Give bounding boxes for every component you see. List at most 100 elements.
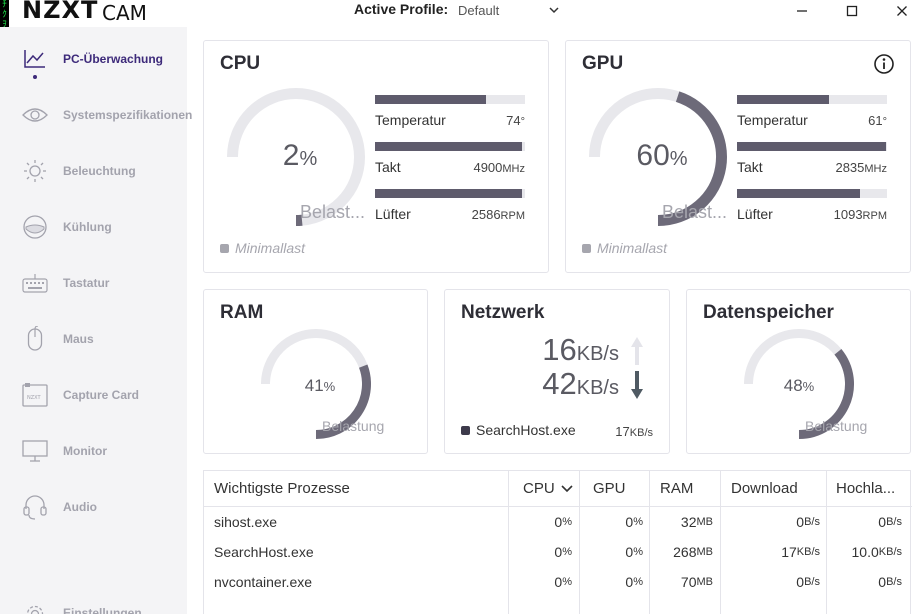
gpu-state-indicator: Minimallast — [582, 240, 667, 256]
app-logo-suffix: CAM — [102, 1, 147, 25]
ram-card[interactable]: RAM 41% Belastung — [203, 289, 428, 454]
process-ram: 268 MB — [673, 544, 713, 560]
upload-arrow-icon — [631, 337, 643, 365]
column-header-process[interactable]: Wichtigste Prozesse — [214, 471, 504, 506]
state-dot — [582, 244, 591, 253]
stat-value: 74° — [506, 113, 525, 128]
stat-bar-fill — [375, 189, 522, 198]
column-header-cpu[interactable]: CPU — [523, 471, 579, 506]
active-profile-dropdown[interactable]: Default — [458, 3, 499, 18]
download-arrow-icon — [631, 371, 643, 399]
table-header: Wichtigste Prozesse CPU GPU RAM Download… — [204, 471, 912, 501]
stat-bar-fill — [375, 142, 522, 151]
monitor-icon — [22, 438, 48, 464]
stat-bar-fill — [737, 189, 860, 198]
minimize-button[interactable] — [791, 2, 813, 20]
stat-bar-fill — [737, 142, 886, 151]
column-header-gpu[interactable]: GPU — [593, 471, 649, 506]
table-row[interactable]: nvcontainer.exe 0% 0% 70 MB 0 B/s 0 B/s — [204, 567, 912, 597]
process-gpu: 0% — [625, 574, 643, 590]
process-download: 0 B/s — [796, 574, 820, 590]
stat-label: Temperatur — [375, 112, 446, 128]
network-download-value: 42KB/s — [542, 366, 619, 401]
stat-label: Takt — [375, 159, 401, 175]
sidebar-item-label: PC-Überwachung — [63, 52, 164, 66]
sidebar-item-mouse[interactable]: Maus — [0, 311, 187, 367]
sidebar-item-capture-card[interactable]: NZXT Capture Card — [0, 367, 187, 423]
card-title: RAM — [220, 302, 264, 323]
stat-label: Takt — [737, 159, 763, 175]
column-header-download[interactable]: Download — [731, 471, 826, 506]
cpu-card[interactable]: CPU 2% Belast... Temperatur 74° Takt 490… — [203, 40, 549, 273]
cpu-load-value: 2% — [282, 139, 318, 172]
process-download: 17 KB/s — [781, 544, 820, 560]
stat-bar — [737, 189, 887, 198]
process-cpu: 0% — [554, 514, 572, 530]
chevron-down-icon[interactable] — [548, 3, 560, 21]
cpu-load-label: Belast... — [300, 202, 366, 222]
close-button[interactable] — [891, 2, 913, 20]
keyboard-icon — [22, 270, 48, 296]
table-row[interactable]: sihost.exe 0% 0% 32 MB 0 B/s 0 B/s — [204, 507, 912, 537]
stat-bar-fill — [375, 95, 486, 104]
title-bar: ﾁｸｦﾈﾌﾎｦﾈ NZXT CAM Active Profile: Defaul… — [0, 0, 915, 84]
column-header-ram[interactable]: RAM — [660, 471, 720, 506]
gpu-load-value: 60% — [636, 139, 688, 172]
storage-load-value: 48% — [783, 376, 815, 395]
headset-icon — [22, 494, 48, 520]
sidebar-item-keyboard[interactable]: Tastatur — [0, 255, 187, 311]
sidebar-item-cooling[interactable]: Kühlung — [0, 199, 187, 255]
process-download: 0 B/s — [796, 514, 820, 530]
stat-value: 1093RPM — [833, 207, 887, 222]
sidebar-item-label: Systemspezifikationen — [63, 108, 193, 122]
sort-desc-chevron-icon — [561, 484, 573, 492]
card-title: Netzwerk — [461, 302, 545, 323]
stat-bar — [737, 95, 887, 104]
sidebar-item-label: Audio — [63, 500, 97, 514]
sidebar-item-pc-monitoring[interactable]: PC-Überwachung — [0, 31, 187, 87]
info-icon[interactable] — [873, 53, 895, 75]
sidebar-item-system-specs[interactable]: Systemspezifikationen — [0, 87, 192, 143]
storage-card[interactable]: Datenspeicher 48% Belastung — [686, 289, 911, 454]
svg-text:NZXT: NZXT — [27, 395, 42, 401]
stat-bar — [375, 142, 525, 151]
process-name: sihost.exe — [214, 514, 278, 530]
column-header-upload[interactable]: Hochla... — [836, 471, 912, 506]
sidebar-item-label: Tastatur — [63, 276, 110, 290]
stat-value: 2835MHz — [835, 160, 887, 175]
sidebar-item-audio[interactable]: Audio — [0, 479, 187, 535]
maximize-button[interactable] — [841, 2, 863, 20]
sun-icon — [22, 158, 48, 184]
stat-bar — [737, 142, 887, 151]
eye-icon — [22, 102, 48, 128]
sidebar-item-lighting[interactable]: Beleuchtung — [0, 143, 187, 199]
gear-icon — [22, 601, 48, 614]
network-upload-value: 16KB/s — [542, 332, 619, 367]
sidebar-item-monitor[interactable]: Monitor — [0, 423, 187, 479]
network-top-process: SearchHost.exe — [461, 422, 576, 438]
process-cpu: 0% — [554, 574, 572, 590]
sidebar-item-label: Einstellungen — [63, 606, 142, 614]
network-card[interactable]: Netzwerk 16KB/s 42KB/s SearchHost.exe 17… — [444, 289, 670, 454]
process-table: Wichtigste Prozesse CPU GPU RAM Download… — [203, 470, 912, 614]
sidebar-item-label: Monitor — [63, 444, 107, 458]
process-upload: 0 B/s — [878, 574, 902, 590]
process-ram: 70 MB — [680, 574, 713, 590]
stat-value: 61° — [868, 113, 887, 128]
sidebar-item-label: Beleuchtung — [63, 164, 136, 178]
ram-load-value: 41% — [304, 376, 336, 395]
mouse-icon — [22, 326, 48, 352]
process-upload: 10.0 KB/s — [851, 544, 902, 560]
stat-label: Lüfter — [737, 206, 773, 222]
active-profile-label: Active Profile: — [354, 1, 449, 17]
sidebar-item-label: Kühlung — [63, 220, 112, 234]
ram-load-label: Belastung — [322, 418, 385, 434]
gpu-card[interactable]: GPU 60% Belast... Temperatur 61° Takt 28… — [565, 40, 911, 273]
card-title: Datenspeicher — [703, 302, 834, 323]
sidebar-item-settings[interactable]: Einstellungen — [0, 603, 187, 614]
state-dot — [220, 244, 229, 253]
table-row[interactable]: SearchHost.exe 0% 0% 268 MB 17 KB/s 10.0 KB… — [204, 537, 912, 567]
storage-load-label: Belastung — [805, 418, 868, 434]
stat-value: 2586RPM — [471, 207, 525, 222]
stat-label: Temperatur — [737, 112, 808, 128]
